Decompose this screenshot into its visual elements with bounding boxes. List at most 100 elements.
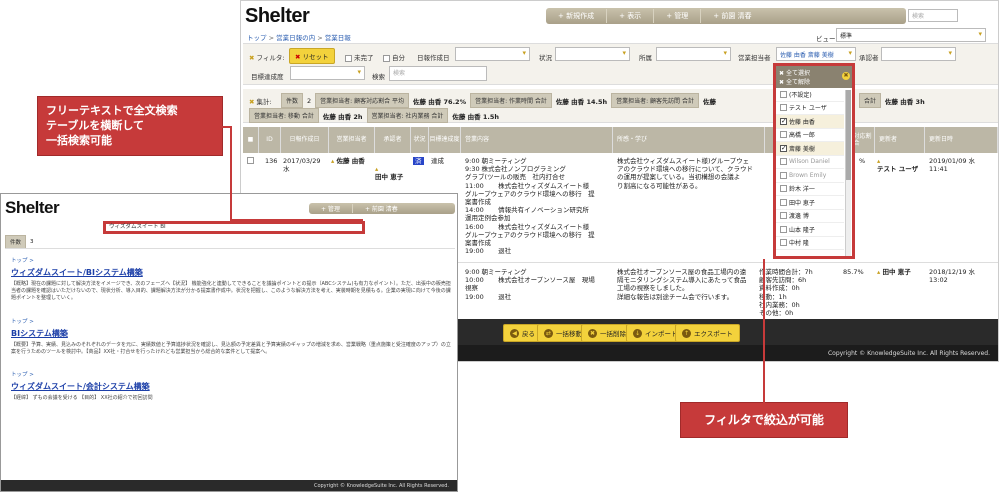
dropdown-option[interactable]: 高橋 一郎: [776, 129, 844, 142]
option-label: 田中 恵子: [789, 199, 815, 207]
option-checkbox[interactable]: [780, 144, 787, 152]
dropdown-option[interactable]: テスト ユーザ: [776, 102, 844, 115]
dropdown-option[interactable]: 斎藤 美樹: [776, 142, 844, 156]
result-breadcrumb[interactable]: トップ >: [11, 256, 451, 264]
col-date[interactable]: 日報作成日: [281, 127, 329, 153]
result-title[interactable]: BIシステム構築: [11, 328, 451, 339]
option-checkbox[interactable]: [780, 131, 787, 139]
option-label: 中村 隆: [789, 240, 809, 248]
row-checkbox[interactable]: [247, 157, 254, 164]
filter-owner-select[interactable]: 佐藤 由香 斎藤 美樹 ▾: [776, 47, 856, 61]
nav-user[interactable]: + 前園 清春: [353, 204, 410, 213]
app-logo[interactable]: Shelter: [245, 5, 310, 28]
option-checkbox[interactable]: [780, 185, 787, 193]
option-checkbox[interactable]: [780, 158, 787, 166]
filter-dept-label: 所属: [639, 54, 652, 62]
close-icon[interactable]: ✖: [842, 72, 850, 80]
view-select[interactable]: 標準 ▾: [836, 28, 986, 42]
result-title[interactable]: ウィズダムスイート/会計システム構築: [11, 381, 451, 392]
filter-owner-label: 営業担当者: [738, 54, 771, 62]
option-checkbox[interactable]: [780, 225, 787, 233]
option-checkbox[interactable]: [780, 104, 787, 112]
result-count: 件数 3: [5, 235, 34, 249]
nav-user[interactable]: + 前園 清春: [701, 11, 763, 21]
filter-reset-button[interactable]: ✖ リセット: [289, 48, 335, 64]
option-label: 山本 隆子: [789, 226, 815, 234]
option-label: Wilson Daniel: [789, 158, 830, 166]
option-checkbox[interactable]: [780, 171, 787, 179]
col-owner[interactable]: 営業担当者: [329, 127, 375, 153]
nav-admin[interactable]: + 管理: [309, 204, 352, 213]
col-approver[interactable]: 承認者: [375, 127, 411, 153]
col-content[interactable]: 営業内容: [461, 127, 613, 153]
filter-status-label: 状況: [539, 54, 552, 62]
owner-filter-dropdown[interactable]: ✖ 全て選択 ✖ 全て解除 ✖ (不設定) テスト ユーザ佐藤 由香高橋 一郎斎藤…: [773, 63, 855, 259]
filter-approver-select[interactable]: ▾: [881, 47, 956, 61]
header-search-input[interactable]: 検索: [908, 9, 958, 22]
row-updated: 2019/01/09 水 11:41: [929, 157, 976, 174]
dropdown-option[interactable]: (不設定): [776, 88, 844, 102]
filter-self[interactable]: 自分: [383, 52, 405, 62]
row-approver: ▴ 田中 恵子: [375, 165, 404, 182]
results-divider: [5, 248, 455, 249]
search-footer: Copyright © KnowledgeSuite Inc. All Righ…: [1, 480, 457, 491]
option-label: (不設定): [789, 91, 812, 99]
filter-search-input[interactable]: 検索: [389, 66, 487, 81]
filter-callout: フィルタで絞込が可能: [680, 402, 848, 438]
search-app-logo[interactable]: Shelter: [5, 198, 60, 218]
breadcrumb-top[interactable]: トップ: [247, 34, 267, 42]
option-checkbox[interactable]: [780, 117, 787, 125]
dropdown-option[interactable]: 田中 恵子: [776, 196, 844, 210]
result-title[interactable]: ウィズダムスイート/BIシステム構築: [11, 267, 451, 278]
col-updater[interactable]: 更新者: [875, 127, 925, 153]
col-note[interactable]: 所感・学び: [613, 127, 765, 153]
result-breadcrumb[interactable]: トップ >: [11, 370, 451, 378]
breadcrumb-parent[interactable]: 営業日報の内: [276, 34, 315, 42]
search-window: Shelter + 管理 + 前園 清春 ウィズダムスイート BI 件数 3 トッ…: [0, 193, 458, 492]
option-checkbox[interactable]: [780, 198, 787, 206]
dropdown-option[interactable]: 渡邊 博: [776, 210, 844, 223]
nav-view[interactable]: + 表示: [607, 11, 653, 21]
nav-admin[interactable]: + 管理: [654, 11, 700, 21]
col-status[interactable]: 状況: [411, 127, 429, 153]
result-item[interactable]: トップ > ウィズダムスイート/会計システム構築 【経緯】 ずもの会議を受ける …: [11, 370, 451, 402]
nav-new[interactable]: + 新規作成: [546, 11, 606, 21]
col-select[interactable]: ■: [243, 127, 259, 153]
result-body: 【概略】現在の課題に対して解決方法をイメージでき、次のフェーズへ【状況】 機能強…: [11, 281, 451, 301]
dropdown-option[interactable]: 鈴木 洋一: [776, 183, 844, 196]
filter-unfinished[interactable]: 未完了: [345, 52, 374, 62]
select-all-link[interactable]: ✖ 全て選択: [779, 68, 849, 77]
dropdown-option[interactable]: 佐藤 由香: [776, 115, 844, 129]
export-button[interactable]: ↑ エクスポート: [675, 324, 740, 342]
filter-dept-select[interactable]: ▾: [656, 47, 731, 61]
option-label: 佐藤 由香: [789, 118, 815, 126]
col-updated[interactable]: 更新日時: [925, 127, 998, 153]
option-checkbox[interactable]: [780, 239, 787, 247]
dropdown-header: ✖ 全て選択 ✖ 全て解除 ✖: [776, 66, 852, 88]
col-id[interactable]: ID: [259, 127, 281, 153]
summary-line-1: 件数 2 営業担当者: 顧客対応割合 平均 佐藤 由香 76.2% 営業担当者: 作…: [281, 93, 716, 108]
dropdown-option[interactable]: Brown Emily: [776, 169, 844, 183]
option-label: 斎藤 美樹: [789, 145, 815, 153]
global-search-input[interactable]: ウィズダムスイート BI: [103, 221, 365, 234]
option-checkbox[interactable]: [780, 212, 787, 220]
filter-progress-select[interactable]: ▾: [290, 66, 365, 80]
deselect-all-link[interactable]: ✖ 全て解除: [779, 77, 849, 86]
filter-status-select[interactable]: ▾: [555, 47, 630, 61]
summary-label: ✖ 集計:: [249, 98, 272, 106]
col-progress[interactable]: 目標達成度: [429, 127, 461, 153]
breadcrumb-current[interactable]: 営業日報: [325, 34, 351, 42]
result-breadcrumb[interactable]: トップ >: [11, 317, 451, 325]
dropdown-option[interactable]: Wilson Daniel: [776, 156, 844, 169]
dropdown-option[interactable]: 山本 隆子: [776, 223, 844, 237]
dropdown-scrollbar[interactable]: [845, 90, 851, 256]
result-item[interactable]: トップ > ウィズダムスイート/BIシステム構築 【概略】現在の課題に対して解決…: [11, 256, 451, 302]
row-note: 株式会社オープンソース屋の食品工場内の遠 隔モニタリングシステム導入にあたって食…: [617, 268, 747, 301]
dropdown-option[interactable]: 中村 隆: [776, 237, 844, 250]
result-item[interactable]: トップ > BIシステム構築 【概要】予算、実績、見込みのそれぞれのデータを元に…: [11, 317, 451, 356]
option-checkbox[interactable]: [780, 90, 787, 98]
filter-approver-label: 承認者: [859, 54, 879, 62]
row-updated: 2018/12/19 水 13:02: [929, 268, 976, 285]
option-label: 渡邊 博: [789, 213, 809, 221]
filter-date-select[interactable]: ▾: [455, 47, 530, 61]
